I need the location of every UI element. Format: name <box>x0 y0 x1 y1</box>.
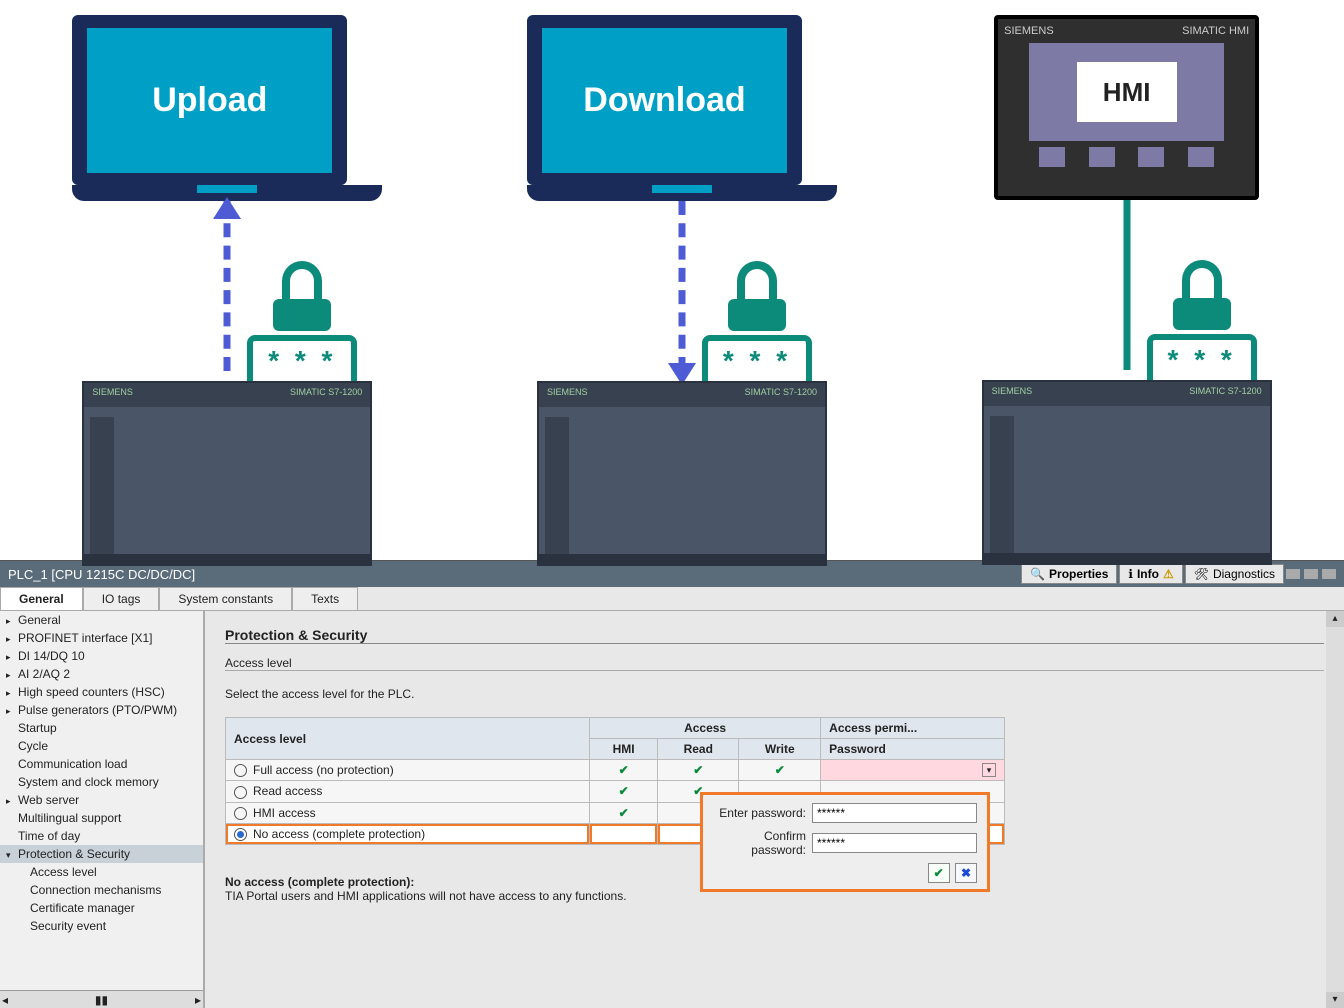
plc-device: SIEMENSSIMATIC S7-1200 <box>537 381 827 566</box>
tab-system-constants[interactable]: System constants <box>159 587 292 610</box>
radio-icon[interactable] <box>234 828 247 841</box>
window-controls[interactable] <box>1286 564 1336 584</box>
password-popup: Enter password: Confirm password: ✔ ✖ <box>700 792 990 892</box>
enter-password-label: Enter password: <box>713 806 806 820</box>
nav-item[interactable]: Certificate manager <box>0 899 203 917</box>
dashed-line <box>224 201 231 371</box>
upload-label: Upload <box>87 28 332 173</box>
tab-general[interactable]: General <box>0 587 83 610</box>
nav-item[interactable]: Connection mechanisms <box>0 881 203 899</box>
download-stack: Download * * * * SIEMENSSIMATIC S7-1200 <box>527 15 837 566</box>
check-icon: ✔ <box>775 763 785 777</box>
nav-item[interactable]: ▸Pulse generators (PTO/PWM) <box>0 701 203 719</box>
scrollbar[interactable]: ▴▾ <box>1326 611 1344 1008</box>
nav-item[interactable]: Time of day <box>0 827 203 845</box>
check-icon: ✔ <box>619 784 629 798</box>
enter-password-input[interactable] <box>812 803 977 823</box>
upload-stack: Upload * * * * SIEMENSSIMATIC S7-1200 <box>72 15 382 566</box>
nav-item[interactable]: Access level <box>0 863 203 881</box>
solid-line <box>1123 200 1130 370</box>
laptop-download: Download <box>527 15 837 201</box>
plc-title: PLC_1 [CPU 1215C DC/DC/DC] <box>8 567 195 582</box>
connectivity-diagram: Upload * * * * SIEMENSSIMATIC S7-1200 Do… <box>0 0 1344 560</box>
nav-item[interactable]: Cycle <box>0 737 203 755</box>
nav-item[interactable]: ▸DI 14/DQ 10 <box>0 647 203 665</box>
confirm-password-label: Confirm password: <box>713 829 806 857</box>
nav-item[interactable]: Startup <box>0 719 203 737</box>
properties-button[interactable]: 🔍 Properties <box>1021 564 1117 584</box>
radio-icon[interactable] <box>234 807 247 820</box>
plc-device: SIEMENSSIMATIC S7-1200 <box>982 380 1272 565</box>
download-label: Download <box>542 28 787 173</box>
nav-item[interactable]: ▸Web server <box>0 791 203 809</box>
confirm-password-input[interactable] <box>812 833 977 853</box>
info-button[interactable]: ℹ Info ⚠ <box>1119 564 1182 584</box>
nav-item[interactable]: ▸AI 2/AQ 2 <box>0 665 203 683</box>
check-icon: ✔ <box>619 806 629 820</box>
diagnostics-button[interactable]: 🛠 Diagnostics <box>1185 564 1284 584</box>
plc-device: SIEMENSSIMATIC S7-1200 <box>82 381 372 566</box>
nav-item[interactable]: ▸High speed counters (HSC) <box>0 683 203 701</box>
section-title: Protection & Security <box>225 627 1324 644</box>
confirm-button[interactable]: ✔ <box>928 863 950 883</box>
laptop-upload: Upload <box>72 15 382 201</box>
nav-item[interactable]: Communication load <box>0 755 203 773</box>
nav-item[interactable]: Security event <box>0 917 203 935</box>
nav-item[interactable]: ▸PROFINET interface [X1] <box>0 629 203 647</box>
dashed-line <box>678 201 685 371</box>
table-row[interactable]: Full access (no protection)✔✔✔▾ <box>226 760 1005 781</box>
radio-icon[interactable] <box>234 764 247 777</box>
tab-bar: General IO tags System constants Texts <box>0 587 1344 611</box>
properties-panel: PLC_1 [CPU 1215C DC/DC/DC] 🔍 Properties … <box>0 560 1344 1008</box>
check-icon: ✔ <box>619 763 629 777</box>
nav-item[interactable]: Multilingual support <box>0 809 203 827</box>
hint-text: Select the access level for the PLC. <box>225 687 1324 701</box>
check-icon: ✔ <box>693 763 703 777</box>
sub-title: Access level <box>225 656 1324 671</box>
cancel-button[interactable]: ✖ <box>955 863 977 883</box>
scroll-right-icon[interactable]: ▸ <box>195 993 201 1007</box>
hmi-stack: SIEMENSSIMATIC HMI HMI * * * * SIEMENSSI… <box>982 15 1272 565</box>
nav-item[interactable]: System and clock memory <box>0 773 203 791</box>
hmi-panel: SIEMENSSIMATIC HMI HMI <box>994 15 1259 200</box>
hmi-label: HMI <box>1077 62 1177 122</box>
tab-texts[interactable]: Texts <box>292 587 358 610</box>
nav-item[interactable]: ▸General <box>0 611 203 629</box>
nav-item[interactable]: ▾Protection & Security <box>0 845 203 863</box>
radio-icon[interactable] <box>234 786 247 799</box>
nav-tree[interactable]: ▸General▸PROFINET interface [X1]▸DI 14/D… <box>0 611 205 1008</box>
tab-iotags[interactable]: IO tags <box>83 587 160 610</box>
dropdown-icon[interactable]: ▾ <box>982 763 996 777</box>
